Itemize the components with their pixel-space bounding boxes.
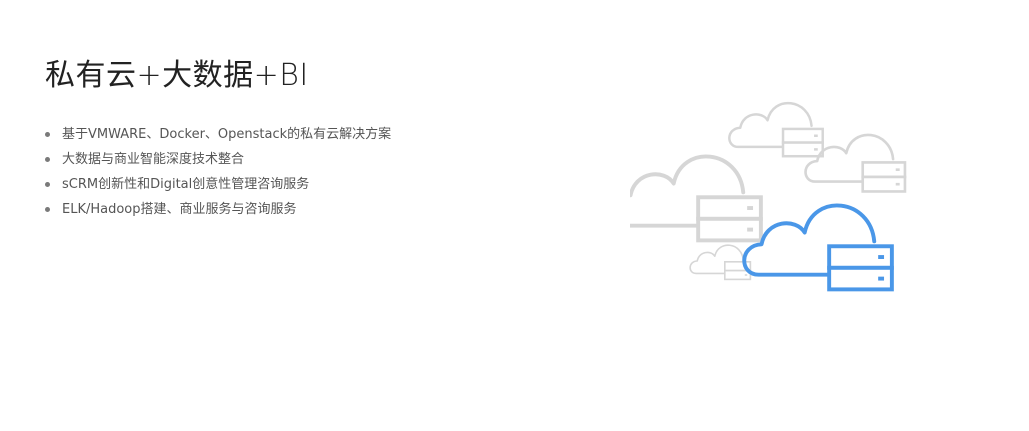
cloud-server-illustration [630,101,907,292]
solution-section: 私有云+大数据+BI 基于VMWARE、Docker、Openstack的私有云… [0,0,1029,431]
bullet-icon [45,207,50,212]
cloud-server-icon [630,154,763,243]
section-title: 私有云+大数据+BI [45,58,309,93]
feature-text: ELK/Hadoop搭建、商业服务与咨询服务 [62,202,297,217]
cloud-server-icon [728,101,824,158]
bullet-icon [45,157,50,162]
feature-item-elk: ELK/Hadoop搭建、商业服务与咨询服务 [44,197,391,222]
cloud-server-icon [689,244,752,281]
feature-item-bigdata: 大数据与商业智能深度技术整合 [44,147,391,172]
feature-item-vmware: 基于VMWARE、Docker、Openstack的私有云解决方案 [44,122,391,147]
feature-text: 基于VMWARE、Docker、Openstack的私有云解决方案 [62,127,392,142]
feature-item-scrm: sCRM创新性和Digital创意性管理咨询服务 [44,172,391,197]
bullet-icon [45,182,50,187]
cloud-server-primary-icon [742,203,894,292]
bullet-icon [45,132,50,137]
feature-text: 大数据与商业智能深度技术整合 [62,152,245,167]
feature-text: sCRM创新性和Digital创意性管理咨询服务 [62,177,310,192]
feature-list: 基于VMWARE、Docker、Openstack的私有云解决方案 大数据与商业… [44,122,391,222]
